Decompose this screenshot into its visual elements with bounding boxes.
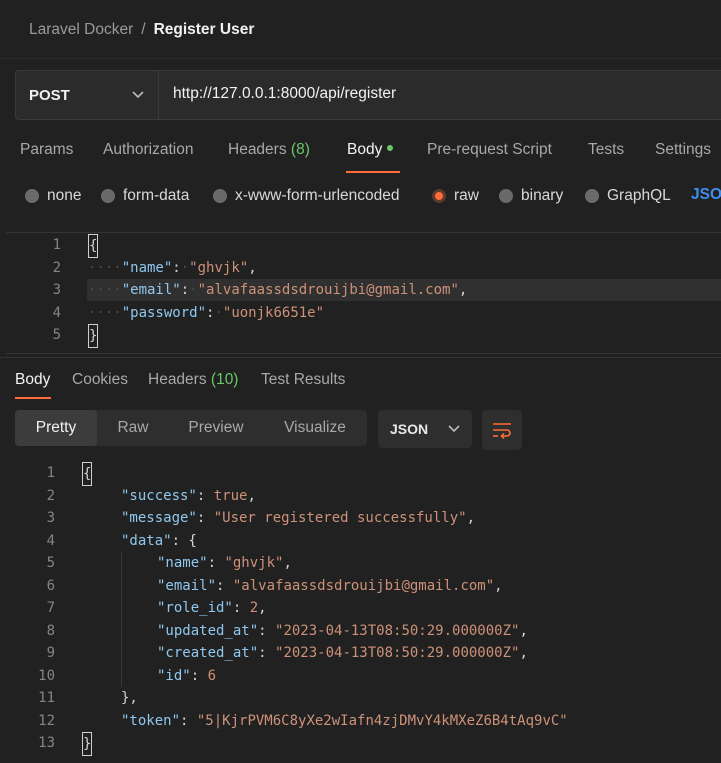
breadcrumb: Laravel Docker / Register User (29, 20, 254, 40)
line-number: 2 (46, 488, 55, 504)
request-name[interactable]: Register User (154, 21, 255, 39)
active-tab-underline (346, 171, 400, 173)
breadcrumb-separator: / (141, 21, 146, 38)
format-label: JSON (390, 421, 429, 437)
url-bar: POST http://127.0.0.1:8000/api/register (15, 70, 721, 120)
tab-tests[interactable]: Tests (588, 141, 624, 159)
chevron-down-icon (132, 91, 144, 99)
response-divider (0, 357, 721, 358)
tab-body[interactable]: Body (347, 141, 394, 159)
view-pretty[interactable]: Pretty (15, 410, 97, 446)
code-line: "message": "User registered successfully… (121, 510, 476, 526)
radio-icon (499, 189, 513, 203)
radio-label: none (47, 187, 82, 204)
code-line: "name": "ghvjk", (157, 555, 292, 571)
response-view-switcher: Pretty Raw Preview Visualize (15, 410, 367, 446)
header-divider (0, 58, 721, 59)
radio-none[interactable]: none (25, 187, 81, 205)
tab-authorization[interactable]: Authorization (103, 141, 193, 159)
response-tab-cookies[interactable]: Cookies (72, 371, 128, 389)
tab-settings[interactable]: Settings (655, 141, 711, 159)
code-line: "id": 6 (157, 668, 217, 684)
radio-label: raw (454, 187, 479, 204)
radio-label: binary (521, 187, 564, 204)
line-number: 10 (38, 668, 55, 684)
view-raw[interactable]: Raw (111, 410, 155, 446)
line-number: 1 (52, 237, 61, 253)
response-body-viewer[interactable]: 1 { 2 "success": true, 3 "message": "User r… (0, 462, 721, 762)
raw-type-select[interactable]: JSO (691, 186, 721, 204)
radio-label: GraphQL (607, 187, 671, 204)
code-line: }, (121, 690, 138, 706)
headers-count: (8) (290, 141, 310, 158)
response-tab-test-results[interactable]: Test Results (261, 371, 345, 389)
tab-headers[interactable]: Headers (8) (228, 141, 310, 159)
view-visualize[interactable]: Visualize (279, 410, 351, 446)
response-format-select[interactable]: JSON (378, 410, 472, 448)
radio-raw[interactable]: raw (432, 187, 479, 205)
wrap-lines-button[interactable] (482, 410, 522, 450)
response-tab-headers-label: Headers (148, 371, 207, 388)
method-label: POST (29, 86, 70, 104)
chevron-down-icon (448, 425, 460, 433)
code-line: "success": true, (121, 488, 256, 504)
line-number: 5 (46, 555, 55, 571)
line-number: 11 (38, 690, 55, 706)
line-number: 3 (46, 510, 55, 526)
wrap-lines-icon (493, 423, 511, 439)
line-number: 6 (46, 578, 55, 594)
code-line: } (88, 324, 99, 348)
radio-label: x-www-form-urlencoded (235, 187, 400, 204)
response-tab-headers[interactable]: Headers (10) (148, 371, 238, 389)
radio-icon (25, 189, 39, 203)
response-headers-count: (10) (210, 371, 239, 388)
radio-icon (101, 189, 115, 203)
code-line: "created_at": "2023-04-13T08:50:29.00000… (157, 645, 528, 661)
radio-icon (213, 189, 227, 203)
code-line: "updated_at": "2023-04-13T08:50:29.00000… (157, 623, 528, 639)
method-select[interactable]: POST (16, 71, 159, 119)
radio-icon (585, 189, 599, 203)
code-line: "token": "5|KjrPVM6C8yXe2wIafn4zjDMvY4kM… (121, 713, 568, 729)
url-input[interactable]: http://127.0.0.1:8000/api/register (173, 85, 396, 103)
code-line: { (82, 462, 93, 486)
request-body-editor[interactable]: 1 { 2 ····"name":·"ghvjk", 3 ····"email":·"… (6, 232, 721, 354)
code-line: ····"password":·"uonjk6651e" (88, 305, 325, 321)
line-number: 5 (52, 327, 61, 343)
line-number: 3 (52, 282, 61, 298)
radio-selected-icon (432, 189, 446, 203)
code-line: "role_id": 2, (157, 600, 267, 616)
code-line: ····"email":·"alvafaassdsdrouijbi@gmail.… (88, 282, 468, 298)
line-number: 4 (52, 305, 61, 321)
code-line: ····"name":·"ghvjk", (88, 260, 257, 276)
code-line: "email": "alvafaassdsdrouijbi@gmail.com"… (157, 578, 503, 594)
active-tab-underline (15, 397, 51, 399)
line-number: 4 (46, 533, 55, 549)
line-number: 9 (46, 645, 55, 661)
tab-pre-request-script[interactable]: Pre-request Script (427, 141, 552, 159)
tab-body-label: Body (347, 141, 383, 158)
line-number: 2 (52, 260, 61, 276)
line-number: 7 (46, 600, 55, 616)
radio-label: form-data (123, 187, 190, 204)
tab-params[interactable]: Params (20, 141, 73, 159)
line-number: 12 (38, 713, 55, 729)
radio-urlencoded[interactable]: x-www-form-urlencoded (213, 187, 400, 205)
code-line: } (82, 732, 93, 756)
line-number: 1 (46, 465, 55, 481)
code-line: { (88, 234, 99, 258)
response-tab-body[interactable]: Body (15, 371, 50, 389)
code-line: "data": { (121, 533, 197, 549)
tab-headers-label: Headers (228, 141, 287, 158)
radio-binary[interactable]: binary (499, 187, 563, 205)
body-indicator-dot (387, 144, 394, 151)
view-preview[interactable]: Preview (183, 410, 249, 446)
radio-graphql[interactable]: GraphQL (585, 187, 671, 205)
line-number: 13 (38, 735, 55, 751)
line-number: 8 (46, 623, 55, 639)
radio-form-data[interactable]: form-data (101, 187, 189, 205)
breadcrumb-collection[interactable]: Laravel Docker (29, 21, 133, 39)
